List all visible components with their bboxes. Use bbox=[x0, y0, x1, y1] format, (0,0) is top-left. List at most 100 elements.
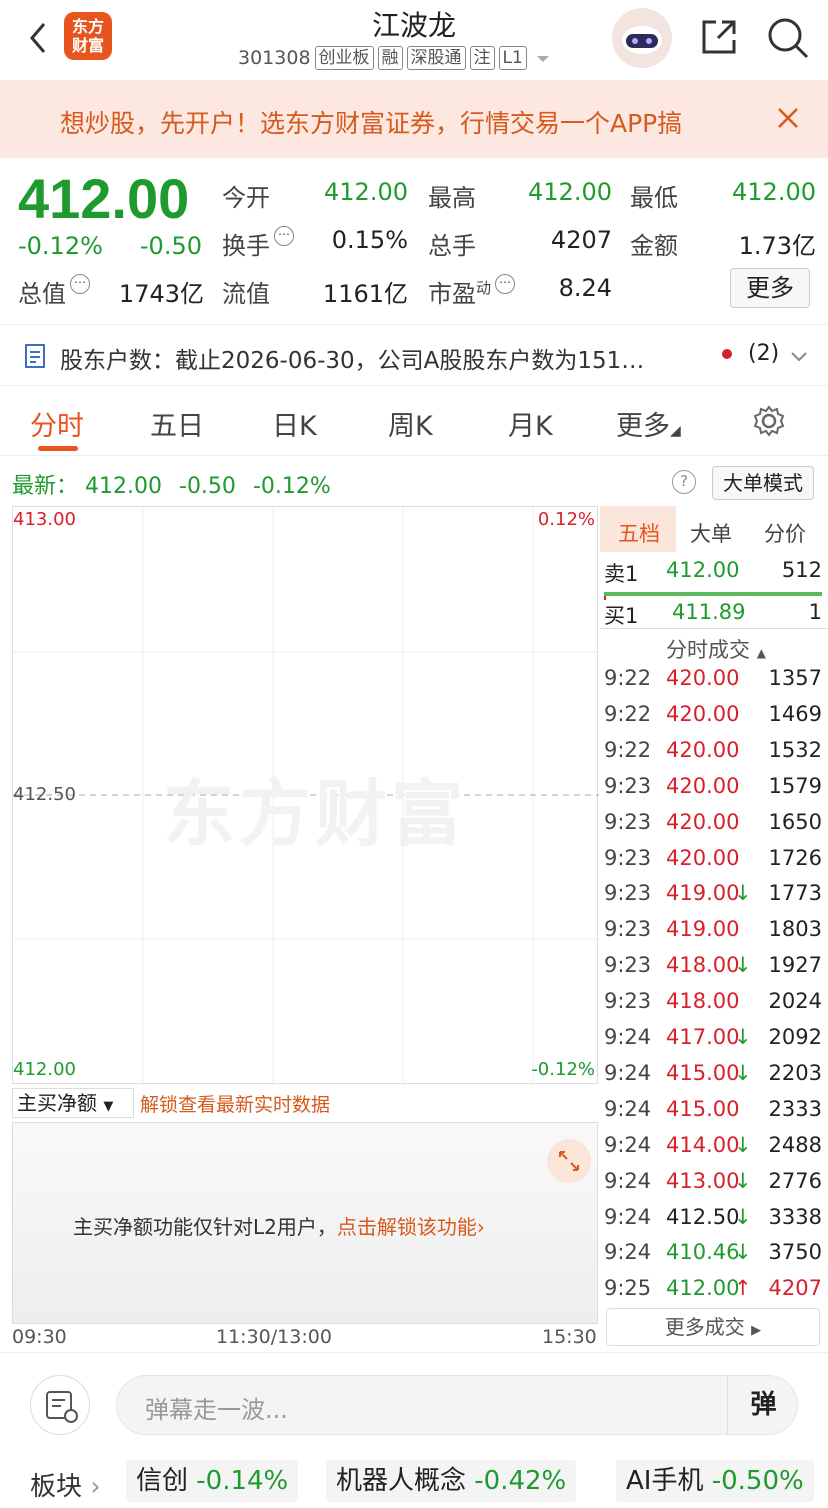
pe-label[interactable]: 市盈动 ⋯ bbox=[428, 274, 516, 309]
chevron-right-icon[interactable]: › bbox=[477, 1215, 485, 1239]
trade-time: 9:24 bbox=[604, 1204, 652, 1229]
sell1-price: 412.00 bbox=[666, 558, 740, 582]
sector-chip[interactable]: 信创 -0.14% bbox=[126, 1460, 299, 1502]
mktcap-label[interactable]: 总值 ⋯ bbox=[18, 274, 90, 309]
promo-text[interactable]: 想炒股，先开户！选东方财富证券，行情交易一个APP搞 bbox=[60, 104, 750, 140]
current-price: 412.00 bbox=[18, 167, 190, 230]
unlock-link[interactable]: 解锁查看最新实时数据 bbox=[140, 1090, 330, 1117]
shareholder-notice[interactable]: 股东户数：截止2026-06-30，公司A股股东户数为151… (2) bbox=[0, 324, 828, 386]
danmu-input[interactable]: 弹幕走一波... 弹 bbox=[116, 1375, 798, 1435]
danmu-toggle-button[interactable]: 弹 bbox=[727, 1376, 799, 1434]
gear-icon[interactable] bbox=[752, 404, 786, 438]
big-order-mode-button[interactable]: 大单模式 bbox=[712, 466, 814, 500]
document-icon bbox=[25, 344, 45, 368]
sell1-volume: 512 bbox=[781, 558, 822, 582]
tab-five-day[interactable]: 五日 bbox=[150, 404, 204, 443]
tab-price-dist[interactable]: 分价 bbox=[764, 518, 806, 548]
trade-row: 9:23 419.00 ↓ 1773 bbox=[604, 881, 822, 915]
sector-name: 信创 bbox=[136, 1466, 189, 1496]
time-end: 15:30 bbox=[542, 1326, 597, 1348]
sector-chip[interactable]: AI手机 -0.50% bbox=[616, 1460, 814, 1502]
amount-value: 1.73亿 bbox=[738, 232, 816, 260]
comment-bar: 弹幕走一波... 弹 bbox=[0, 1352, 828, 1452]
pe-label-text: 市盈 bbox=[428, 280, 476, 308]
info-icon[interactable]: ⋯ bbox=[70, 274, 90, 294]
tag-registration: 注 bbox=[469, 46, 495, 70]
trade-row: 9:23 418.00 ↓ 1927 bbox=[604, 953, 822, 987]
trade-row: 9:24 413.00 ↓ 2776 bbox=[604, 1169, 822, 1203]
intraday-chart[interactable]: 东方财富 413.00 412.50 412.00 0.12% -0.12% bbox=[12, 506, 599, 1085]
notice-text: 股东户数：截止2026-06-30，公司A股股东户数为151… bbox=[60, 348, 645, 374]
tab-intraday[interactable]: 分时 bbox=[30, 404, 84, 443]
trade-price: 417.00 bbox=[666, 1025, 740, 1049]
unlock-feature-link[interactable]: 点击解锁该功能 bbox=[337, 1215, 477, 1239]
trade-volume: 2488 bbox=[768, 1132, 822, 1157]
unread-dot bbox=[722, 349, 732, 359]
trade-row: 9:23 420.00 1726 bbox=[604, 846, 822, 880]
sector-bar: 板块 › 信创 -0.14% 机器人概念 -0.42% AI手机 -0.50% bbox=[0, 1452, 828, 1508]
arrow-down-icon: ↓ bbox=[734, 1204, 752, 1229]
pct-label-low: -0.12% bbox=[531, 1059, 595, 1080]
stock-tags[interactable]: 301308 创业板 融 深股通 注 L1 bbox=[238, 46, 555, 70]
search-icon[interactable] bbox=[766, 16, 810, 60]
trade-time: 9:22 bbox=[604, 666, 652, 690]
trade-row: 9:22 420.00 1532 bbox=[604, 738, 822, 772]
tab-more[interactable]: 更多◢ bbox=[616, 404, 681, 443]
tab-daily[interactable]: 日K bbox=[272, 404, 317, 443]
expand-icon[interactable] bbox=[547, 1139, 591, 1183]
trade-volume: 1726 bbox=[768, 845, 822, 870]
trade-price: 414.00 bbox=[666, 1132, 740, 1157]
turnover-label[interactable]: 换手 ⋯ bbox=[222, 226, 294, 261]
y-label-high: 413.00 bbox=[13, 509, 76, 530]
buy1-price: 411.89 bbox=[672, 600, 746, 624]
triangle-up-icon: ▲ bbox=[756, 646, 766, 660]
tag-level: L1 bbox=[498, 46, 527, 70]
sector-chip[interactable]: 机器人概念 -0.42% bbox=[326, 1460, 577, 1502]
share-icon[interactable] bbox=[698, 16, 740, 58]
tab-monthly[interactable]: 月K bbox=[508, 404, 553, 443]
trade-price: 415.00 bbox=[666, 1060, 740, 1085]
tab-weekly[interactable]: 周K bbox=[388, 404, 433, 443]
trade-row: 9:24 410.46 ↓ 3750 bbox=[604, 1240, 822, 1274]
assistant-robot-icon[interactable] bbox=[612, 8, 672, 68]
close-icon[interactable] bbox=[776, 106, 800, 130]
latest-change: -0.50 bbox=[179, 474, 236, 499]
trade-volume: 4207 bbox=[768, 1276, 822, 1301]
sector-label[interactable]: 板块 › bbox=[30, 1466, 101, 1503]
tag-board: 创业板 bbox=[314, 46, 374, 70]
sell1-row: 卖1 412.00 512 bbox=[604, 558, 822, 592]
buy1-label: 买1 bbox=[604, 604, 639, 628]
dropdown-icon[interactable] bbox=[531, 46, 555, 70]
latest-pct: -0.12% bbox=[252, 474, 331, 499]
help-icon[interactable]: ? bbox=[672, 470, 696, 494]
trade-price: 420.00 bbox=[666, 773, 740, 798]
sell1-label: 卖1 bbox=[604, 562, 639, 586]
arrow-down-icon: ↓ bbox=[734, 1240, 752, 1265]
promo-banner[interactable]: 想炒股，先开户！选东方财富证券，行情交易一个APP搞 bbox=[0, 80, 828, 158]
stock-code: 301308 bbox=[238, 47, 311, 69]
trade-volume: 2776 bbox=[768, 1168, 822, 1193]
chevron-right-icon: › bbox=[90, 1472, 101, 1502]
tab-big-orders[interactable]: 大单 bbox=[690, 518, 732, 548]
info-icon[interactable]: ⋯ bbox=[274, 226, 294, 246]
message-settings-icon[interactable] bbox=[30, 1375, 90, 1435]
open-value: 412.00 bbox=[324, 178, 408, 206]
more-trades-button[interactable]: 更多成交 ▶ bbox=[606, 1308, 820, 1346]
trade-price: 418.00 bbox=[666, 989, 740, 1014]
arrow-down-icon: ↓ bbox=[734, 1060, 752, 1085]
tab-five-levels[interactable]: 五档 bbox=[618, 518, 660, 548]
sector-name: 机器人概念 bbox=[336, 1466, 467, 1496]
trade-row: 9:22 420.00 1469 bbox=[604, 702, 822, 736]
trade-price: 420.00 bbox=[666, 666, 740, 690]
time-start: 09:30 bbox=[12, 1326, 67, 1348]
more-trades-label: 更多成交 bbox=[664, 1315, 745, 1339]
chevron-down-icon[interactable] bbox=[788, 345, 810, 367]
open-label: 今开 bbox=[222, 184, 270, 212]
trades-header[interactable]: 分时成交 ▲ bbox=[666, 634, 766, 664]
net-buy-selector[interactable]: 主买净额 ▼ bbox=[12, 1088, 134, 1118]
info-icon[interactable]: ⋯ bbox=[495, 274, 516, 294]
trade-price: 415.00 bbox=[666, 1096, 740, 1121]
more-button[interactable]: 更多 bbox=[730, 268, 810, 308]
trade-row: 9:23 418.00 2024 bbox=[604, 989, 822, 1023]
trade-row: 9:23 419.00 1803 bbox=[604, 917, 822, 951]
